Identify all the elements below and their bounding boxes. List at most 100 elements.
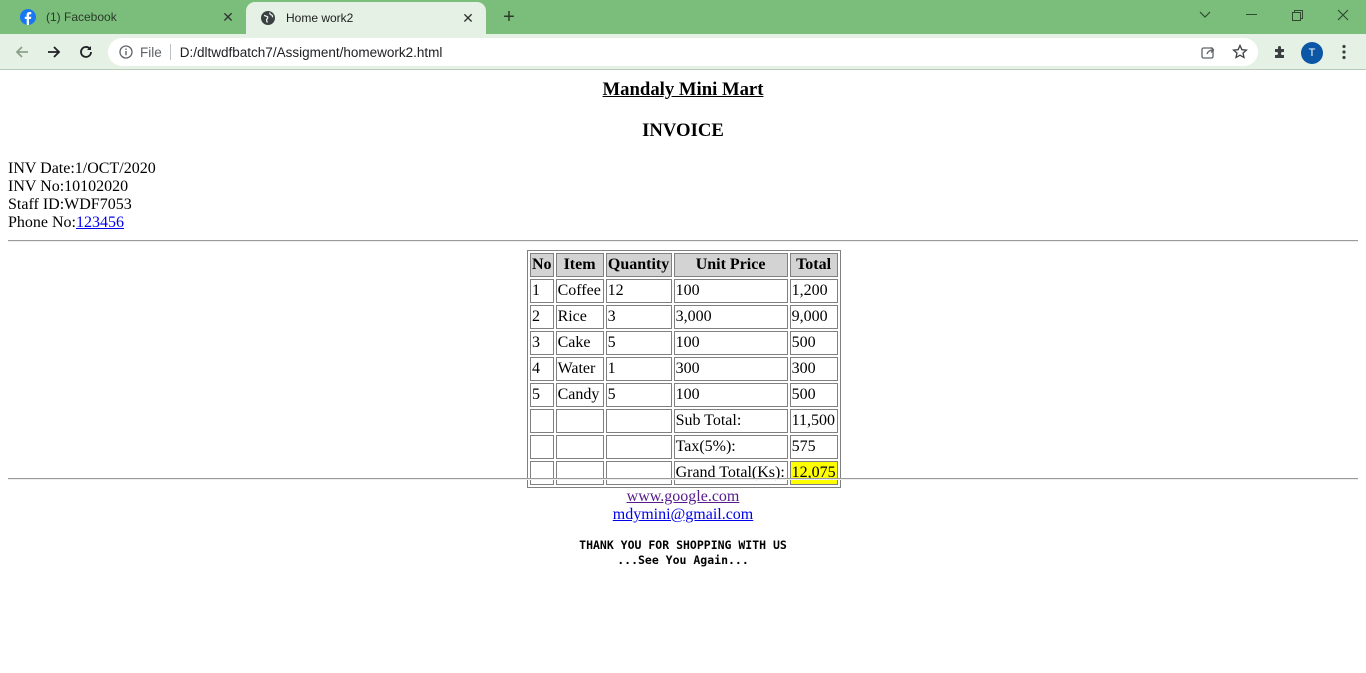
cell-no: 4	[530, 357, 554, 381]
table-row: 5 Candy 5 100 500	[530, 383, 838, 407]
cell-item: Water	[555, 357, 604, 381]
tab-facebook[interactable]: (1) Facebook ✕	[8, 0, 246, 34]
new-tab-button[interactable]: +	[498, 6, 520, 28]
cell-unit-price: 100	[673, 279, 788, 303]
empty-cell	[530, 409, 554, 433]
cell-item: Coffee	[555, 279, 604, 303]
invoice-table: No Item Quantity Unit Price Total 1 Coff…	[527, 250, 841, 488]
tax-value: 575	[789, 435, 838, 459]
divider	[169, 44, 171, 60]
cell-total: 9,000	[789, 305, 838, 329]
minimize-icon[interactable]	[1228, 0, 1274, 30]
forward-arrow-icon[interactable]	[40, 38, 68, 66]
tab-title: Home work2	[286, 11, 354, 25]
menu-kebab-icon[interactable]	[1332, 40, 1356, 64]
cell-no: 2	[530, 305, 554, 329]
empty-cell	[530, 435, 554, 459]
column-header: Item	[555, 253, 604, 277]
cell-no: 1	[530, 279, 554, 303]
cell-unit-price: 100	[673, 383, 788, 407]
phone-link[interactable]: 123456	[76, 214, 124, 231]
grand-total-label: Grand Total(Ks):	[673, 461, 788, 485]
profile-avatar[interactable]: T	[1301, 42, 1323, 64]
reload-icon[interactable]	[72, 38, 100, 66]
tax-label: Tax(5%):	[673, 435, 788, 459]
empty-cell	[555, 461, 604, 485]
date-value: 1/OCT/2020	[74, 160, 156, 177]
store-name: Mandaly Mini Mart	[602, 79, 764, 100]
tab-homework2[interactable]: Home work2 ✕	[246, 2, 486, 34]
grand-total-value: 12,075	[789, 461, 838, 485]
cell-quantity: 12	[605, 279, 672, 303]
column-header: Quantity	[605, 253, 672, 277]
phone-label: Phone No:	[8, 214, 76, 231]
tax-row: Tax(5%): 575	[530, 435, 838, 459]
cell-total: 300	[789, 357, 838, 381]
close-icon[interactable]: ✕	[220, 9, 236, 25]
browser-toolbar: File D:/dltwdfbatch7/Assigment/homework2…	[0, 34, 1366, 70]
bookmark-star-icon[interactable]	[1228, 40, 1252, 64]
email-link[interactable]: mdymini@gmail.com	[613, 506, 754, 523]
back-arrow-icon[interactable]	[8, 38, 36, 66]
empty-cell	[605, 435, 672, 459]
thanks-line-1: THANK YOU FOR SHOPPING WITH US	[579, 538, 787, 552]
thanks-line-2: ...See You Again...	[617, 553, 749, 567]
table-row: 4 Water 1 300 300	[530, 357, 838, 381]
cell-unit-price: 3,000	[673, 305, 788, 329]
cell-quantity: 5	[605, 331, 672, 355]
restore-icon[interactable]	[1274, 0, 1320, 30]
number-label: INV No:	[8, 178, 65, 195]
thank-you-message: THANK YOU FOR SHOPPING WITH US ...See Yo…	[0, 538, 1366, 568]
cell-no: 3	[530, 331, 554, 355]
cell-quantity: 1	[605, 357, 672, 381]
table-header-row: No Item Quantity Unit Price Total	[530, 253, 838, 277]
browser-tab-strip: (1) Facebook ✕ Home work2 ✕ +	[0, 0, 1366, 34]
subtotal-row: Sub Total: 11,500	[530, 409, 838, 433]
info-icon[interactable]	[118, 44, 134, 60]
divider	[8, 478, 1358, 480]
website-link[interactable]: www.google.com	[627, 488, 740, 505]
column-header: Unit Price	[673, 253, 788, 277]
empty-cell	[555, 435, 604, 459]
staff-value: WDF7053	[64, 196, 132, 213]
cell-total: 1,200	[789, 279, 838, 303]
scheme-label: File	[140, 44, 162, 60]
empty-cell	[530, 461, 554, 485]
phone-line: Phone No:123456	[8, 214, 156, 232]
column-header: No	[530, 253, 554, 277]
invoice-meta: INV Date:1/OCT/2020 INV No:10102020 Staf…	[8, 160, 156, 232]
grand-total-row: Grand Total(Ks): 12,075	[530, 461, 838, 485]
date-label: INV Date:	[8, 160, 75, 177]
facebook-icon	[20, 9, 36, 25]
cell-item: Rice	[555, 305, 604, 329]
invoice-date-line: INV Date:1/OCT/2020	[8, 160, 156, 178]
empty-cell	[605, 461, 672, 485]
cell-quantity: 3	[605, 305, 672, 329]
cell-unit-price: 100	[673, 331, 788, 355]
invoice-title: INVOICE	[642, 120, 724, 141]
cell-item: Candy	[555, 383, 604, 407]
page-content: Mandaly Mini Mart INVOICE INV Date:1/OCT…	[0, 70, 1366, 673]
extensions-puzzle-icon[interactable]	[1268, 40, 1292, 64]
column-header: Total	[789, 253, 838, 277]
cell-total: 500	[789, 383, 838, 407]
empty-cell	[555, 409, 604, 433]
number-value: 10102020	[64, 178, 129, 195]
staff-id-line: Staff ID:WDF7053	[8, 196, 156, 214]
globe-icon	[260, 10, 276, 26]
footer-links: www.google.com mdymini@gmail.com	[0, 488, 1366, 524]
divider	[8, 240, 1358, 242]
tab-search-chevron-icon[interactable]	[1182, 0, 1228, 30]
cell-item: Cake	[555, 331, 604, 355]
cell-total: 500	[789, 331, 838, 355]
staff-label: Staff ID:	[8, 196, 65, 213]
share-icon[interactable]	[1196, 40, 1220, 64]
address-bar[interactable]: File D:/dltwdfbatch7/Assigment/homework2…	[108, 38, 1258, 66]
table-row: 2 Rice 3 3,000 9,000	[530, 305, 838, 329]
tab-title: (1) Facebook	[46, 10, 117, 24]
url-text[interactable]: D:/dltwdfbatch7/Assigment/homework2.html	[180, 45, 443, 60]
table-row: 1 Coffee 12 100 1,200	[530, 279, 838, 303]
table-row: 3 Cake 5 100 500	[530, 331, 838, 355]
close-icon[interactable]: ✕	[460, 10, 476, 26]
close-window-icon[interactable]	[1320, 0, 1366, 30]
